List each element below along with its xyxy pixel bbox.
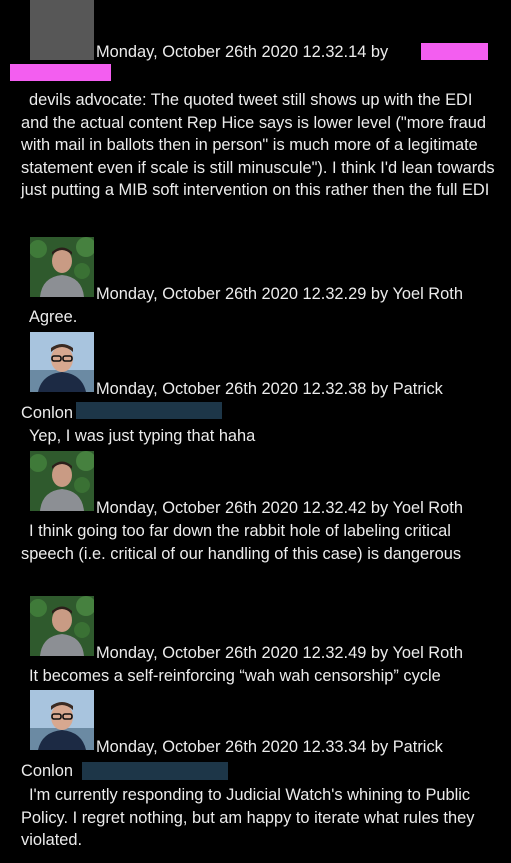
avatar-photo bbox=[30, 451, 94, 511]
message-timestamp: Monday, October 26th 2020 12.32.14 by bbox=[96, 43, 389, 61]
avatar-photo bbox=[30, 690, 94, 750]
redacted-block bbox=[76, 402, 222, 419]
redacted-author-block-continued bbox=[10, 64, 111, 81]
message-timestamp: Monday, October 26th 2020 12.32.49 by Yo… bbox=[96, 644, 463, 662]
message-author-continued: Conlon bbox=[21, 762, 73, 780]
message-timestamp: Monday, October 26th 2020 12.33.34 by Pa… bbox=[96, 738, 443, 756]
avatar-photo bbox=[30, 237, 94, 297]
avatar-redacted bbox=[30, 0, 94, 60]
person-photo-icon bbox=[30, 596, 94, 656]
message-text: I think going too far down the rabbit ho… bbox=[21, 522, 462, 563]
message-text: I'm currently responding to Judicial Wat… bbox=[21, 786, 475, 849]
message-text: Agree. bbox=[29, 308, 78, 326]
message-text: Yep, I was just typing that haha bbox=[29, 427, 256, 445]
redacted-block bbox=[82, 762, 228, 780]
avatar-photo bbox=[30, 596, 94, 656]
person-photo-icon bbox=[30, 237, 94, 297]
person-photo-icon bbox=[30, 690, 94, 750]
person-photo-icon bbox=[30, 332, 94, 392]
message-timestamp: Monday, October 26th 2020 12.32.42 by Yo… bbox=[96, 499, 463, 517]
person-photo-icon bbox=[30, 451, 94, 511]
redacted-author-block bbox=[421, 43, 488, 60]
avatar-photo bbox=[30, 332, 94, 392]
message-text: It becomes a self-reinforcing “wah wah c… bbox=[29, 667, 441, 685]
message-author-continued: Conlon bbox=[21, 404, 73, 422]
message-timestamp: Monday, October 26th 2020 12.32.38 by Pa… bbox=[96, 380, 443, 398]
message-timestamp: Monday, October 26th 2020 12.32.29 by Yo… bbox=[96, 285, 463, 303]
message-text: devils advocate: The quoted tweet still … bbox=[21, 91, 495, 199]
